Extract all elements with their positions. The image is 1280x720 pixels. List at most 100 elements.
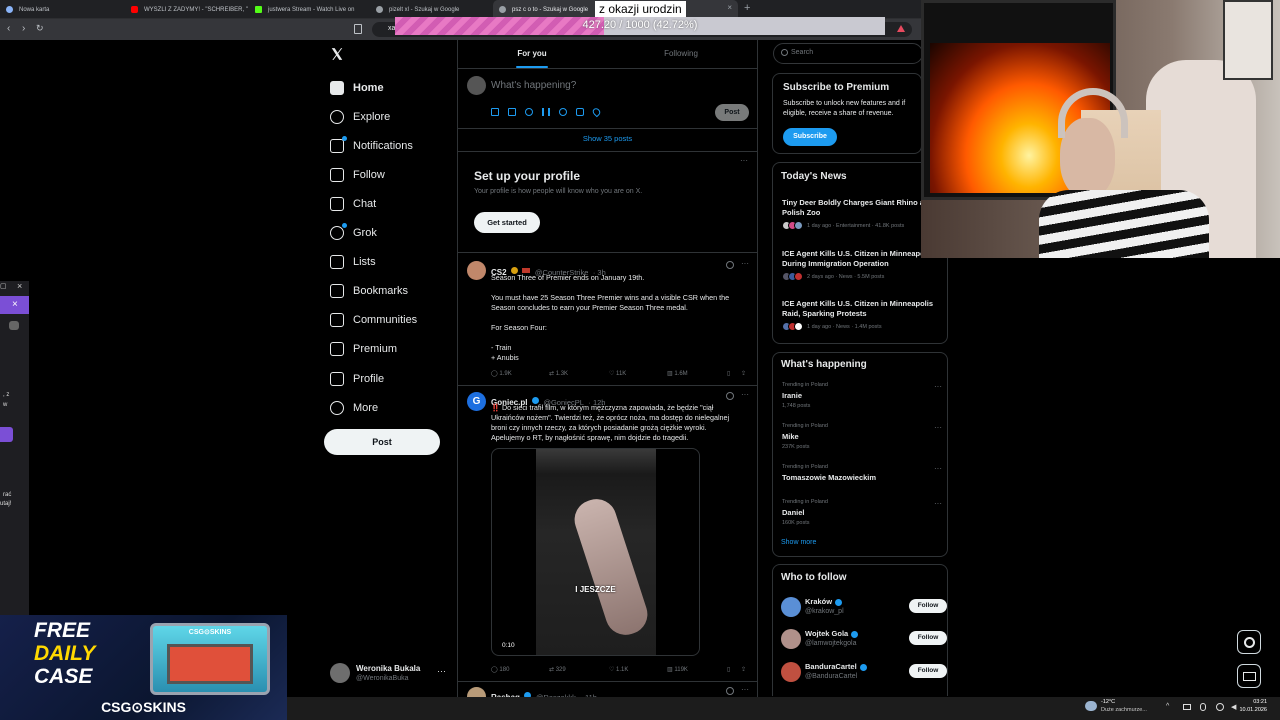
sidebar-item-profile[interactable]: Profile [330, 367, 384, 391]
browser-tab[interactable]: WYSZLI Z ZADYMY! - "SCHREIBER, " [125, 0, 249, 19]
post-button[interactable]: Post [324, 429, 440, 455]
avatar[interactable]: G [467, 392, 486, 411]
more-icon[interactable]: ··· [741, 259, 749, 268]
messages-float-button[interactable] [1237, 664, 1261, 688]
sidebar-item-communities[interactable]: Communities [330, 308, 417, 332]
compose-input[interactable]: What's happening? [491, 80, 576, 91]
browser-tab[interactable]: justwera Stream - Watch Live on [249, 0, 370, 19]
grok-icon[interactable] [726, 687, 734, 695]
avatar[interactable] [330, 663, 350, 683]
avatar[interactable] [781, 597, 801, 617]
bookmark-page-icon[interactable] [354, 24, 362, 34]
follow-suggestion[interactable]: Wojtek Gola @lamwojtekgola Follow [781, 628, 947, 650]
tray-chevron-icon[interactable]: ^ [1166, 703, 1169, 710]
bookmark-icon[interactable]: ▯ [727, 370, 730, 377]
gif-icon[interactable] [508, 108, 516, 116]
emoji-icon[interactable] [559, 108, 567, 116]
close-icon[interactable]: × [12, 299, 18, 310]
tray-app-icon[interactable] [1183, 704, 1191, 710]
close-tab-icon[interactable]: × [727, 3, 732, 12]
follow-suggestion[interactable]: Kraków @krakow_pl Follow [781, 596, 947, 618]
sidebar-item-home[interactable]: Home [330, 76, 384, 100]
sidebar-item-lists[interactable]: Lists [330, 250, 376, 274]
schedule-icon[interactable] [576, 108, 584, 116]
poll-icon[interactable] [542, 108, 550, 116]
sidebar-item-more[interactable]: More [330, 396, 378, 420]
follow-button[interactable]: Follow [909, 664, 947, 678]
search-input[interactable]: Search [773, 43, 923, 64]
reply-button[interactable]: ◯ 1.9K [491, 370, 512, 377]
news-item[interactable]: Tiny Deer Boldly Charges Giant Rhino at P… [782, 198, 926, 230]
news-item[interactable]: ICE Agent Kills U.S. Citizen in Minneapo… [782, 299, 933, 331]
share-icon[interactable]: ⇪ [741, 370, 746, 377]
media-icon[interactable] [491, 108, 499, 116]
clock-date[interactable]: 10.01.2026 [1230, 707, 1267, 713]
grok-icon[interactable] [726, 261, 734, 269]
avatar[interactable] [467, 261, 486, 280]
chat-icon[interactable] [9, 321, 19, 330]
follow-button[interactable]: Follow [909, 599, 947, 613]
reply-button[interactable]: ◯ 180 [491, 666, 509, 673]
grok-icon[interactable] [726, 392, 734, 400]
network-icon[interactable] [1216, 703, 1224, 711]
bookmark-icon[interactable]: ▯ [727, 666, 730, 673]
sidebar-item-explore[interactable]: Explore [330, 105, 390, 129]
repost-button[interactable]: ⇄ 1.3K [549, 370, 568, 377]
trend-item[interactable]: Trending in Poland Daniel 160K posts ··· [782, 499, 942, 526]
new-tab-icon[interactable]: + [744, 2, 750, 14]
tab-for-you[interactable]: For you [458, 40, 606, 68]
grok-float-button[interactable] [1237, 630, 1261, 654]
avatar[interactable] [781, 629, 801, 649]
more-icon[interactable]: ··· [934, 499, 942, 508]
sidebar-item-premium[interactable]: Premium [330, 337, 397, 361]
more-icon[interactable]: ··· [934, 423, 942, 432]
like-button[interactable]: ♡ 11K [609, 370, 626, 377]
get-started-button[interactable]: Get started [474, 212, 540, 233]
avatar[interactable] [781, 662, 801, 682]
weather-temp[interactable]: -12°C [1101, 699, 1115, 705]
tweet-video[interactable]: I JESZCZE 0:10 [491, 448, 700, 656]
csgoskins-ad[interactable]: FREE DAILY CASE CSG⊙SKINS CSG⊙SKINS [0, 615, 287, 720]
back-icon[interactable]: ‹ [7, 23, 10, 34]
news-item[interactable]: ICE Agent Kills U.S. Citizen in Minneapo… [782, 249, 933, 281]
microphone-icon[interactable] [1200, 703, 1206, 711]
compose-post-button[interactable]: Post [715, 104, 749, 121]
panel-button[interactable] [0, 427, 13, 442]
weather-icon[interactable] [1085, 701, 1097, 711]
repost-button[interactable]: ⇄ 329 [549, 666, 566, 673]
more-icon[interactable]: ··· [741, 685, 749, 694]
more-icon[interactable]: ··· [934, 464, 942, 473]
forward-icon[interactable]: › [22, 23, 25, 34]
clock-time[interactable]: 03:21 [1237, 699, 1267, 705]
like-button[interactable]: ♡ 1.1K [609, 666, 628, 673]
sidebar-item-notifications[interactable]: Notifications [330, 134, 413, 158]
more-icon[interactable]: ··· [934, 382, 942, 391]
browser-tab[interactable]: Nowa karta [0, 0, 125, 19]
trend-item[interactable]: Trending in Poland Mike 237K posts ··· [782, 423, 942, 450]
close-window-icon[interactable]: × [17, 281, 22, 291]
tab-following[interactable]: Following [606, 40, 756, 68]
more-icon[interactable]: ··· [740, 156, 748, 165]
location-icon[interactable] [591, 106, 602, 118]
subscribe-button[interactable]: Subscribe [783, 128, 837, 146]
reload-icon[interactable]: ↻ [36, 23, 44, 34]
window-icon[interactable]: ▢ [0, 282, 7, 290]
views-button[interactable]: ▥ 1.6M [667, 370, 688, 377]
x-logo-icon[interactable] [330, 47, 344, 61]
views-button[interactable]: ▥ 119K [667, 666, 688, 673]
trend-item[interactable]: Trending in Poland Tomaszowie Mazowieckim… [782, 464, 942, 485]
sidebar-item-chat[interactable]: Chat [330, 192, 376, 216]
share-icon[interactable]: ⇪ [741, 666, 746, 673]
extension-icon[interactable] [897, 25, 905, 32]
more-icon[interactable]: ··· [741, 390, 749, 399]
follow-button[interactable]: Follow [909, 631, 947, 645]
account-name[interactable]: Weronika Bukala [356, 664, 420, 673]
sidebar-item-follow[interactable]: Follow [330, 163, 385, 187]
account-more-icon[interactable]: ··· [437, 666, 446, 676]
sidebar-item-grok[interactable]: Grok [330, 221, 377, 245]
trend-item[interactable]: Trending in Poland Iranie 1,748 posts ··· [782, 382, 942, 409]
sidebar-item-bookmarks[interactable]: Bookmarks [330, 279, 408, 303]
show-new-posts[interactable]: Show 35 posts [458, 134, 757, 143]
grok-icon[interactable] [525, 108, 533, 116]
follow-suggestion[interactable]: BanduraCartel @BanduraCartel Follow [781, 661, 947, 683]
